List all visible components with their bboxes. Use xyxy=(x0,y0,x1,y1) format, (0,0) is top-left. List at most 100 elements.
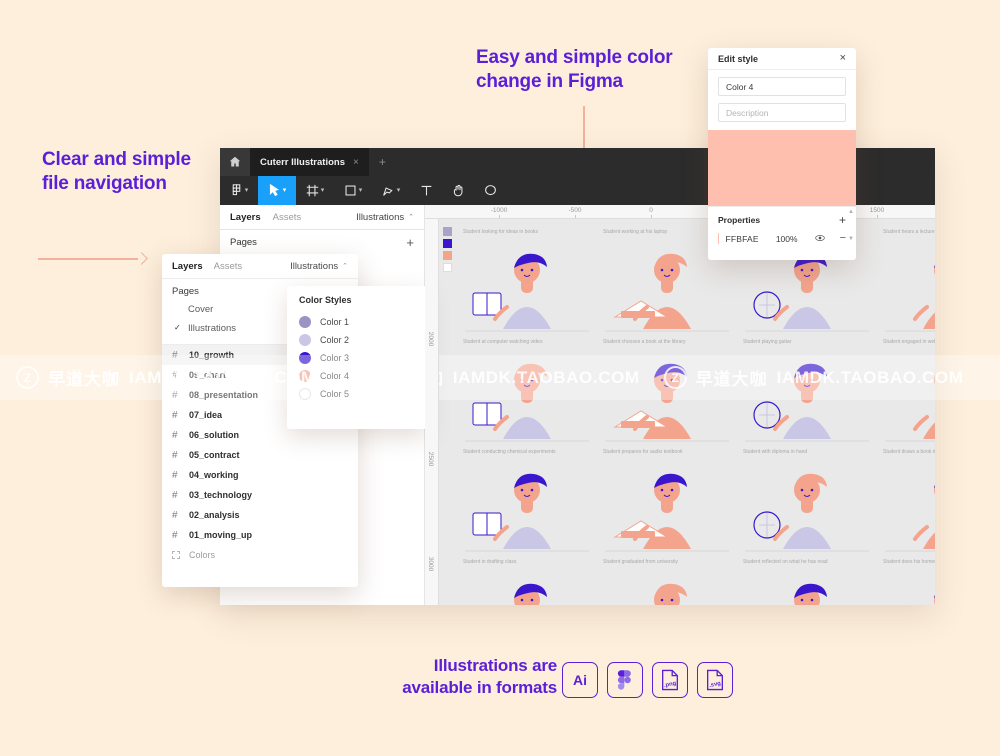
color-style-label: Color 5 xyxy=(320,389,350,399)
color-style-label: Color 1 xyxy=(320,317,350,327)
page-selector[interactable]: Illustrations ⌃ xyxy=(356,212,414,223)
illustration-cell[interactable]: Student conducting chemical experiments xyxy=(457,445,597,555)
frame-tool[interactable]: ▾ xyxy=(296,176,334,205)
style-description-input[interactable]: Description xyxy=(718,103,846,122)
figma-canvas[interactable]: -1000-5000500100015004000 200025003000 S… xyxy=(425,205,935,605)
ruler-tick: -500 xyxy=(568,207,582,214)
tab-layers[interactable]: Layers xyxy=(172,261,203,272)
illustration-cell[interactable]: Student draws a book diagram in class xyxy=(877,445,935,555)
file-icon: .svg xyxy=(707,669,723,691)
png-format-badge[interactable]: .png xyxy=(652,662,688,698)
illustration-cell[interactable]: Student does his homework xyxy=(877,555,935,605)
layer-item[interactable]: #03_technology xyxy=(162,485,358,505)
scroll-up-icon[interactable]: ▲ xyxy=(848,209,854,215)
scroll-down-icon[interactable]: ▼ xyxy=(848,236,854,242)
color-style-row[interactable]: Color 1 xyxy=(287,313,427,331)
color-style-row[interactable]: Color 4 xyxy=(287,367,427,385)
color-style-row[interactable]: Color 5 xyxy=(287,385,427,403)
hand-tool[interactable] xyxy=(442,176,474,205)
color-style-row[interactable]: Color 2 xyxy=(287,331,427,349)
illustration-art xyxy=(465,363,589,442)
remove-property-button[interactable]: − xyxy=(840,233,846,244)
add-page-button[interactable]: + xyxy=(406,236,414,249)
edit-style-title: Edit style xyxy=(718,53,759,64)
illustration-cell[interactable]: Student graduated from university xyxy=(597,555,737,605)
illustration-cell[interactable]: Student reflected on what he has read xyxy=(737,555,877,605)
svg-text:.svg: .svg xyxy=(709,681,722,689)
new-tab-button[interactable]: + xyxy=(369,148,396,176)
ai-format-badge[interactable]: Ai xyxy=(562,662,598,698)
background-panel-tabs: Layers Assets Illustrations ⌃ xyxy=(220,205,424,230)
color-style-row[interactable]: Color 3 xyxy=(287,349,427,367)
layer-item-label: 09_chart xyxy=(189,370,227,380)
tab-layers[interactable]: Layers xyxy=(230,212,261,223)
home-icon[interactable] xyxy=(220,148,250,176)
layer-item-label: 10_growth xyxy=(189,350,235,360)
ruler-tickline xyxy=(877,215,878,218)
illustration-cell[interactable]: Student at computer watching video xyxy=(457,335,597,445)
ruler-tickline xyxy=(499,215,500,218)
shape-tool[interactable]: ▾ xyxy=(334,176,372,205)
illustration-art xyxy=(885,374,935,442)
figma-format-badge[interactable] xyxy=(607,662,643,698)
color-style-label: Color 3 xyxy=(320,353,350,363)
pen-tool[interactable]: ▾ xyxy=(372,176,410,205)
color-style-label: Color 4 xyxy=(320,371,350,381)
illustration-cell[interactable]: Student in drafting class xyxy=(457,555,597,605)
layer-item-label: 07_idea xyxy=(189,410,223,420)
layer-item[interactable]: Colors xyxy=(162,545,358,565)
frame-icon: # xyxy=(172,429,178,441)
layer-item-label: 05_contract xyxy=(189,450,240,460)
close-icon[interactable]: × xyxy=(840,53,846,64)
format-label: Ai xyxy=(573,672,587,688)
illustration-caption: Student in drafting class xyxy=(463,559,517,565)
illustration-art xyxy=(745,363,869,442)
illustration-cell[interactable]: Student engaged in web class xyxy=(877,335,935,445)
page-selector[interactable]: Illustrations ⌃ xyxy=(290,261,348,272)
annotation-bottom: Illustrations are available in formats xyxy=(402,656,557,697)
illustration-caption: Student engaged in web class xyxy=(883,339,935,345)
file-tab[interactable]: Cuterr Illustrations × xyxy=(250,148,369,176)
tab-assets[interactable]: Assets xyxy=(273,212,302,223)
frame-icon: # xyxy=(172,389,178,401)
illustration-cell[interactable]: Student hears a lecture xyxy=(877,225,935,335)
svg-format-badge[interactable]: .svg xyxy=(697,662,733,698)
color-swatch-icon xyxy=(299,388,311,400)
illustration-cell[interactable]: Student looking for ideas in books xyxy=(457,225,597,335)
layer-item[interactable]: #05_contract xyxy=(162,445,358,465)
text-tool[interactable] xyxy=(410,176,442,205)
layer-item[interactable]: #02_analysis xyxy=(162,505,358,525)
illustration-art xyxy=(514,583,547,605)
comment-tool[interactable] xyxy=(474,176,506,205)
illustration-cell[interactable]: Student chooses a book at the library xyxy=(597,335,737,445)
tab-assets[interactable]: Assets xyxy=(214,261,243,272)
move-tool[interactable]: ▾ xyxy=(258,176,296,205)
close-icon[interactable]: × xyxy=(353,157,359,168)
illustration-art xyxy=(745,473,869,552)
add-property-button[interactable]: + xyxy=(839,214,846,226)
horizontal-ruler: -1000-5000500100015004000 xyxy=(425,205,935,219)
illustration-caption: Student hears a lecture xyxy=(883,229,935,235)
hex-value[interactable]: FFBFAE xyxy=(725,234,758,244)
illustration-cell[interactable]: Student prepares for audio textbook xyxy=(597,445,737,555)
properties-scrollbar[interactable]: ▲ ▼ xyxy=(848,209,854,242)
frame-icon: # xyxy=(172,469,178,481)
figma-menu-tool[interactable]: ▾ xyxy=(220,176,258,205)
ruler-tick: 3000 xyxy=(427,556,434,572)
style-name-input[interactable]: Color 4 xyxy=(718,77,846,96)
opacity-value[interactable]: 100% xyxy=(776,234,798,244)
arrow-right-icon xyxy=(38,252,148,265)
edit-style-panel[interactable]: Edit style × Color 4 Description Propert… xyxy=(708,48,856,260)
illustration-caption: Student conducting chemical experiments xyxy=(463,449,556,455)
layer-item[interactable]: #04_working xyxy=(162,465,358,485)
color-styles-popover[interactable]: Color Styles Color 1 Color 2 Color 3 Color … xyxy=(287,286,427,429)
illustration-grid[interactable]: Student looking for ideas in books Studen… xyxy=(439,219,935,605)
layer-item[interactable]: #01_moving_up xyxy=(162,525,358,545)
illustration-cell[interactable]: Student with diploma in hand xyxy=(737,445,877,555)
frame-icon: # xyxy=(172,409,178,421)
file-tab-title: Cuterr Illustrations xyxy=(260,156,345,168)
layer-item-label: 01_moving_up xyxy=(189,530,253,540)
eye-icon[interactable] xyxy=(814,234,825,244)
canvas-color-chip xyxy=(443,239,452,248)
illustration-cell[interactable]: Student playing guitar xyxy=(737,335,877,445)
